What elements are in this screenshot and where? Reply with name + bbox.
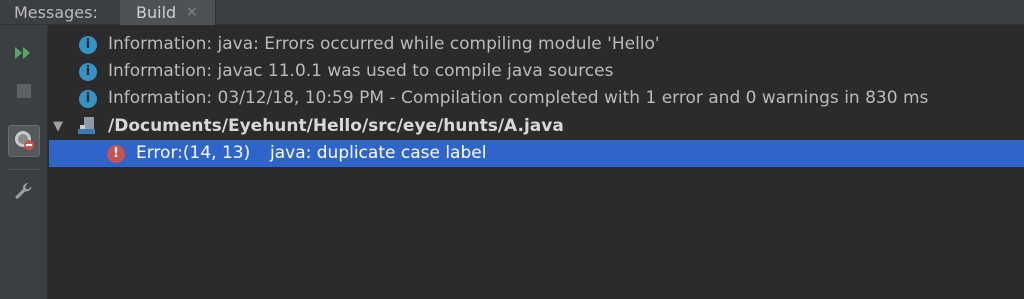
message-row[interactable]: i Information: javac 11.0.1 was used to … [49,58,1024,85]
settings-wrench-icon [15,182,32,199]
error-message: java: duplicate case label [270,143,487,163]
tool-window-tabbar: Messages: Build × [0,0,1024,25]
expand-toggle-icon[interactable]: ▼ [53,113,63,140]
java-file-icon [78,117,95,134]
tab-build-label: Build [136,3,177,22]
error-icon: ! [107,145,125,163]
messages-toolbar [0,25,48,299]
info-icon: i [79,36,97,54]
file-node-row[interactable]: ▼ /Documents/Eyehunt/Hello/src/eye/hunts… [49,113,1024,140]
stop-icon [17,84,31,98]
error-location: Error:(14, 13) [136,143,251,163]
file-path: /Documents/Eyehunt/Hello/src/eye/hunts/A… [108,116,564,136]
message-text: Information: java: Errors occurred while… [108,34,660,54]
messages-tree[interactable]: i Information: java: Errors occurred whi… [49,25,1024,299]
messages-title: Messages: [14,3,98,22]
message-row[interactable]: i Information: java: Errors occurred whi… [49,31,1024,58]
toolbar-separator [8,169,40,170]
message-row[interactable]: i Information: 03/12/18, 10:59 PM - Comp… [49,85,1024,112]
tab-build[interactable]: Build × [120,0,216,25]
message-text: Information: javac 11.0.1 was used to co… [108,61,614,81]
message-text: Information: 03/12/18, 10:59 PM - Compil… [108,88,929,108]
show-errors-button[interactable] [8,125,40,157]
info-icon: i [79,90,97,108]
rerun-button[interactable] [8,37,40,69]
close-icon[interactable]: × [186,0,198,25]
rerun-icon [15,47,30,59]
show-errors-icon [15,131,34,150]
settings-button[interactable] [8,175,40,207]
error-row-selected[interactable]: ! Error:(14, 13) java: duplicate case la… [49,140,1024,167]
stop-button[interactable] [8,75,40,107]
info-icon: i [79,63,97,81]
